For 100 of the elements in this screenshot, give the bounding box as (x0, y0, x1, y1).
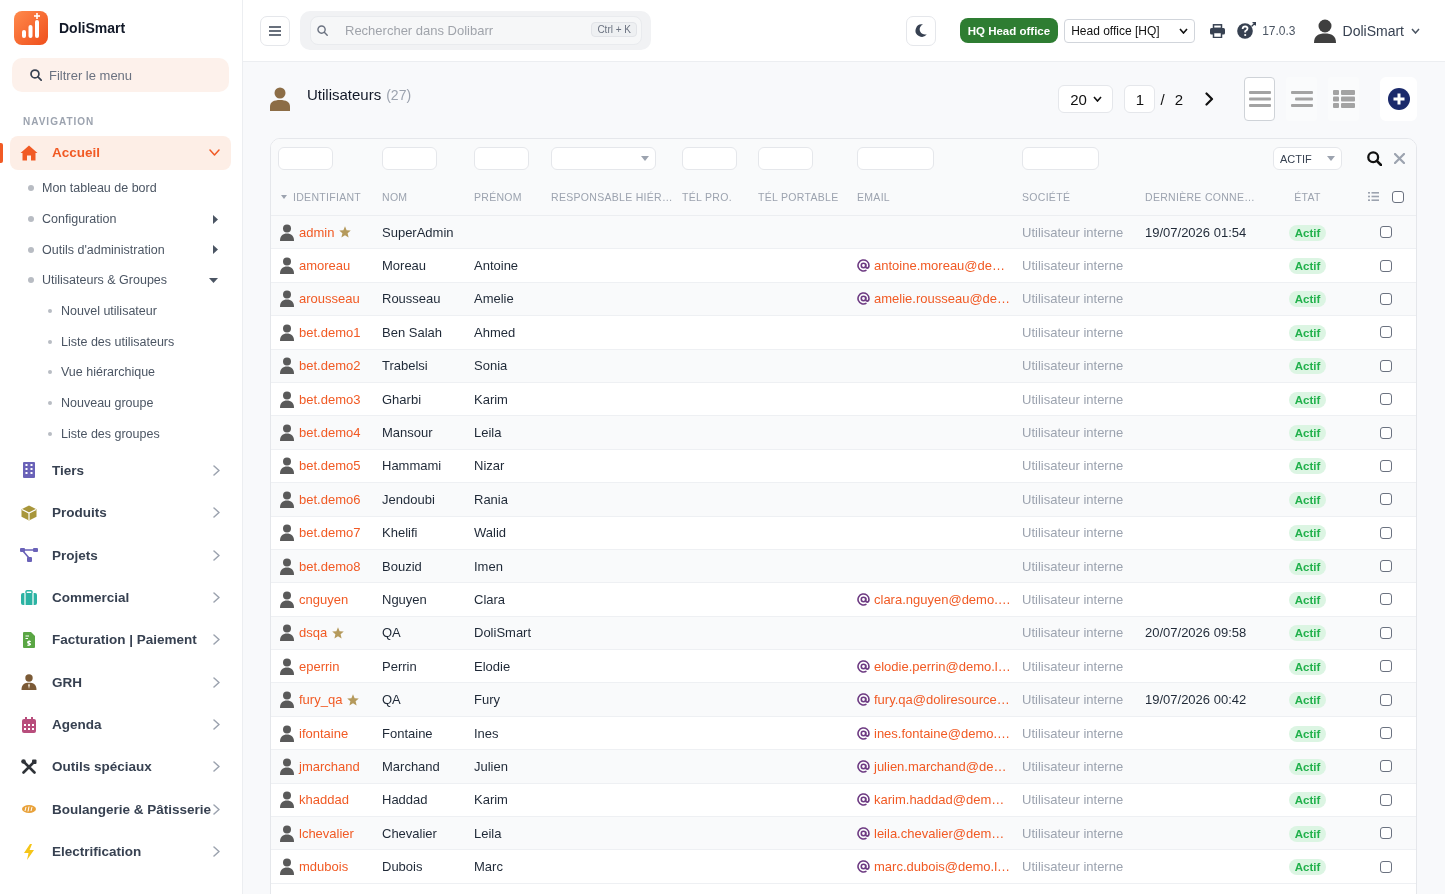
row-checkbox[interactable] (1380, 259, 1392, 272)
column-header[interactable]: IDENTIFIANT (281, 190, 362, 203)
row-checkbox[interactable] (1380, 426, 1392, 439)
row-checkbox[interactable] (1380, 226, 1392, 239)
menu-item[interactable]: Projets (10, 538, 231, 573)
row-checkbox[interactable] (1380, 359, 1392, 372)
menu-filter-field[interactable]: Filtrer le menu (12, 58, 229, 92)
user-link[interactable]: bet.demo6 (299, 491, 361, 507)
user-menu[interactable]: DoliSmart (1313, 18, 1420, 43)
email-link[interactable]: leila.chevalier@dem… (874, 825, 1005, 841)
menu-item[interactable]: GRH (10, 665, 231, 700)
entity-select[interactable]: Head office [HQ] (1064, 18, 1196, 43)
email-link[interactable]: ines.fontaine@demo.… (874, 725, 1011, 741)
column-header[interactable]: PRÉNOM (474, 190, 522, 203)
submenu-item[interactable]: Nouvel utilisateur (0, 295, 242, 327)
email-link[interactable]: antoine.moreau@de… (874, 258, 1005, 274)
submenu-item[interactable]: Configuration (0, 203, 242, 235)
user-link[interactable]: bet.demo1 (299, 324, 361, 340)
menu-item[interactable]: Electrification (10, 834, 231, 869)
page-input[interactable]: 1 (1124, 85, 1156, 113)
user-link[interactable]: amoreau (299, 258, 351, 274)
menu-item[interactable]: Tiers (10, 453, 231, 488)
menu-item[interactable]: Produits (10, 495, 231, 530)
menu-item[interactable]: Facturation | Paiement (10, 622, 231, 657)
menu-item[interactable]: Accueil (10, 136, 231, 170)
email-link[interactable]: karim.haddad@dem… (874, 792, 1005, 808)
user-link[interactable]: mdubois (299, 859, 349, 875)
column-header[interactable]: RESPONSABLE HIÉR… (551, 190, 673, 203)
email-link[interactable]: amelie.rousseau@de… (874, 291, 1011, 307)
row-checkbox[interactable] (1380, 626, 1392, 639)
user-link[interactable]: bet.demo3 (299, 391, 361, 407)
next-page-button[interactable] (1205, 92, 1214, 106)
row-checkbox[interactable] (1380, 493, 1392, 506)
filter-field[interactable] (682, 147, 737, 170)
filter-field[interactable] (1022, 147, 1099, 170)
row-checkbox[interactable] (1380, 560, 1392, 573)
row-checkbox[interactable] (1380, 593, 1392, 606)
column-header[interactable]: SOCIÉTÉ (1022, 190, 1071, 203)
email-link[interactable]: fury.qa@doliresource… (874, 692, 1010, 708)
email-link[interactable]: marc.dubois@demo.l… (874, 859, 1011, 875)
submenu-item[interactable]: Liste des groupes (0, 418, 242, 450)
submenu-item[interactable]: Vue hiérarchique (0, 357, 242, 388)
user-link[interactable]: khaddad (299, 792, 349, 808)
user-link[interactable]: fury_qa (299, 692, 343, 708)
column-header[interactable]: TÉL PRO. (682, 190, 732, 203)
page-size-select[interactable]: 20 (1058, 85, 1114, 113)
column-header[interactable]: NOM (382, 190, 408, 203)
user-link[interactable]: admin (299, 224, 335, 240)
email-link[interactable]: clara.nguyen@demo.… (874, 592, 1011, 607)
row-checkbox[interactable] (1380, 860, 1392, 873)
filter-field[interactable] (758, 147, 813, 170)
view-mode-button[interactable] (1244, 77, 1275, 121)
submenu-item[interactable]: Utilisateurs & Groupes (0, 265, 242, 296)
row-checkbox[interactable] (1380, 727, 1392, 740)
filter-select[interactable]: ACTIF (1273, 147, 1342, 170)
menu-button[interactable] (260, 15, 290, 46)
row-checkbox[interactable] (1380, 459, 1392, 472)
user-link[interactable]: bet.demo8 (299, 558, 361, 574)
entity-badge[interactable]: HQ Head office (959, 18, 1059, 43)
submenu-item[interactable]: Nouveau groupe (0, 387, 242, 419)
menu-item[interactable]: Agenda (10, 707, 231, 742)
column-header[interactable]: TÉL PORTABLE (758, 190, 839, 203)
user-link[interactable]: eperrin (299, 658, 340, 674)
row-checkbox[interactable] (1380, 292, 1392, 305)
row-checkbox[interactable] (1380, 693, 1392, 706)
user-link[interactable]: lchevalier (299, 825, 354, 841)
email-link[interactable]: julien.marchand@de… (874, 758, 1007, 774)
column-header[interactable]: EMAIL (857, 190, 890, 203)
filter-field[interactable] (278, 147, 333, 170)
user-link[interactable]: ifontaine (299, 725, 349, 741)
user-link[interactable]: cnguyen (299, 592, 349, 607)
row-checkbox[interactable] (1380, 760, 1392, 773)
column-header[interactable]: DERNIÈRE CONNE… (1145, 190, 1256, 203)
filter-field[interactable] (382, 147, 437, 170)
add-button[interactable] (1380, 77, 1417, 121)
user-link[interactable]: jmarchand (299, 758, 360, 774)
user-link[interactable]: bet.demo2 (299, 358, 361, 374)
row-checkbox[interactable] (1380, 793, 1392, 806)
user-link[interactable]: bet.demo7 (299, 525, 361, 541)
menu-item[interactable]: Outils spéciaux (10, 750, 231, 784)
submenu-item[interactable]: Liste des utilisateurs (0, 326, 242, 358)
row-checkbox[interactable] (1380, 393, 1392, 406)
search-icon[interactable] (1367, 151, 1382, 166)
row-checkbox[interactable] (1380, 660, 1392, 673)
submenu-item[interactable]: Mon tableau de bord (0, 173, 242, 204)
row-checkbox[interactable] (1380, 827, 1392, 840)
filter-field[interactable] (474, 147, 529, 170)
theme-toggle-button[interactable] (905, 15, 936, 46)
submenu-item[interactable]: Outils d'administration (0, 234, 242, 266)
row-checkbox[interactable] (1380, 526, 1392, 539)
user-link[interactable]: bet.demo5 (299, 458, 361, 474)
filter-field[interactable] (857, 147, 934, 170)
menu-item[interactable]: Commercial (10, 580, 231, 615)
email-link[interactable]: elodie.perrin@demo.l… (874, 658, 1011, 674)
user-link[interactable]: bet.demo4 (299, 425, 361, 441)
user-link[interactable]: dsqa (299, 625, 328, 641)
help-icon[interactable] (1237, 22, 1257, 39)
row-checkbox[interactable] (1380, 326, 1392, 339)
menu-item[interactable]: Boulangerie & Pâtisserie (10, 792, 231, 827)
print-icon[interactable] (1210, 23, 1226, 38)
